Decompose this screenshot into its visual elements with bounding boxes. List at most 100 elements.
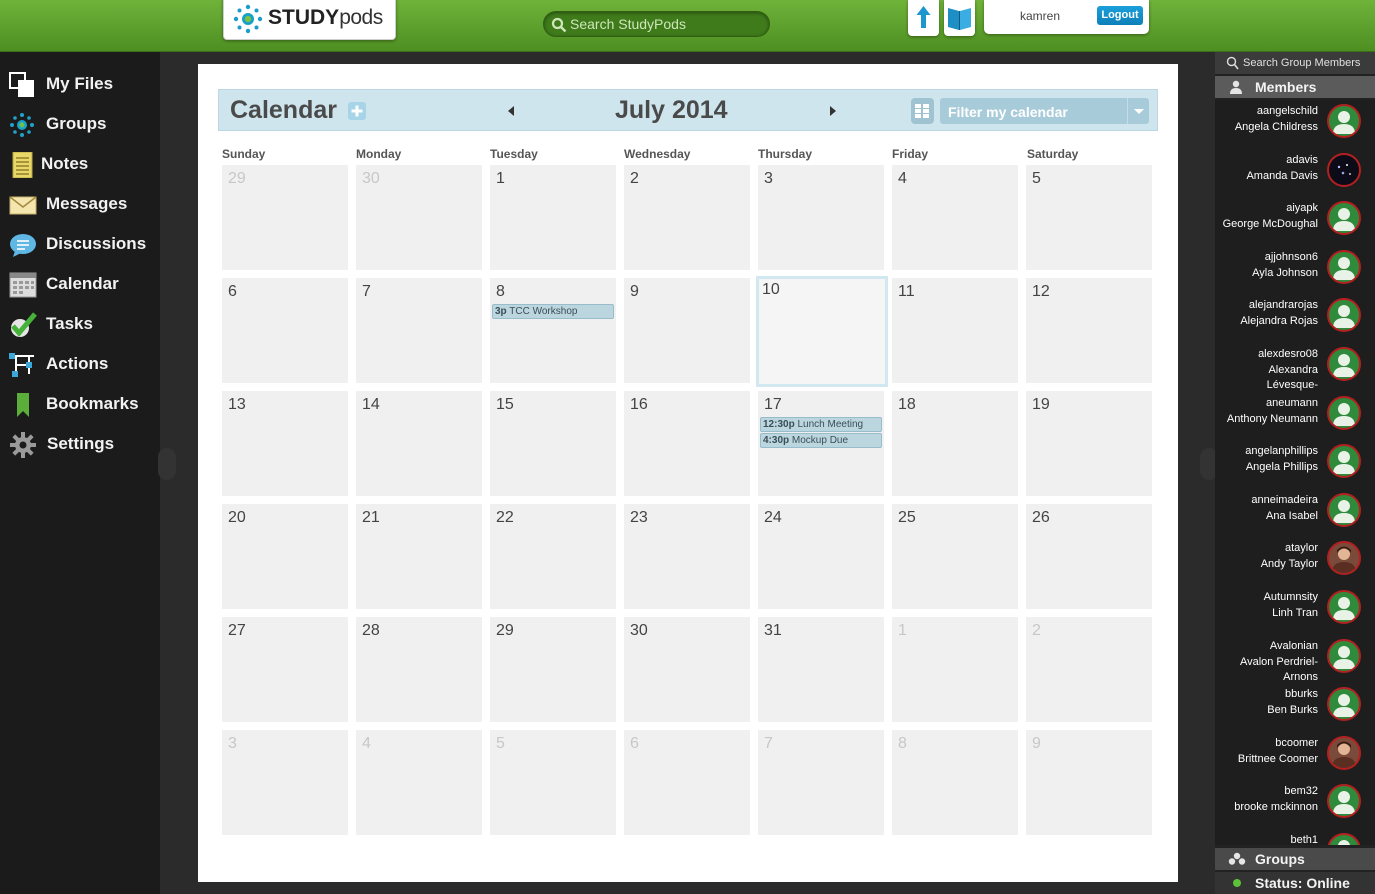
member-item[interactable]: aangelschild Angela Childress bbox=[1215, 100, 1375, 149]
day-cell[interactable]: 7 bbox=[758, 730, 884, 835]
day-cell[interactable]: 23 bbox=[624, 504, 750, 609]
search-input[interactable] bbox=[570, 15, 760, 33]
global-search[interactable] bbox=[543, 11, 770, 37]
member-item[interactable]: bcoomer Brittnee Coomer bbox=[1215, 732, 1375, 781]
calendar-event[interactable]: 4:30p Mockup Due bbox=[760, 433, 882, 448]
member-search-box[interactable]: Search Group Members bbox=[1215, 52, 1375, 74]
day-cell[interactable]: 26 bbox=[1026, 504, 1152, 609]
day-cell[interactable]: 22 bbox=[490, 504, 616, 609]
default-avatar-icon bbox=[1333, 402, 1355, 426]
nav-item-notes[interactable]: Notes bbox=[0, 142, 160, 182]
day-cell[interactable]: 3 bbox=[758, 165, 884, 270]
day-cell[interactable]: 8 bbox=[892, 730, 1018, 835]
member-item[interactable]: ataylor Andy Taylor bbox=[1215, 537, 1375, 586]
nav-item-groups[interactable]: Groups bbox=[0, 102, 160, 142]
day-cell[interactable]: 3 bbox=[222, 730, 348, 835]
day-cell[interactable]: 27 bbox=[222, 617, 348, 722]
day-cell[interactable]: 2 bbox=[624, 165, 750, 270]
upload-button[interactable] bbox=[908, 0, 939, 36]
nav-item-calendar[interactable]: Calendar bbox=[0, 262, 160, 302]
day-cell[interactable]: 30 bbox=[356, 165, 482, 270]
member-item[interactable]: bburks Ben Burks bbox=[1215, 683, 1375, 732]
day-cell[interactable]: 24 bbox=[758, 504, 884, 609]
left-panel-handle[interactable] bbox=[158, 448, 176, 480]
weekday-label: Saturday bbox=[1027, 147, 1079, 161]
nav-item-actions[interactable]: Actions bbox=[0, 342, 160, 382]
nav-item-tasks[interactable]: Tasks bbox=[0, 302, 160, 342]
logout-button[interactable]: Logout bbox=[1097, 6, 1143, 25]
studypods-logo[interactable]: STUDYpods bbox=[223, 0, 396, 40]
calendar-filter-select[interactable]: Filter my calendar bbox=[940, 98, 1149, 124]
member-item[interactable]: beth1 bbox=[1215, 829, 1375, 845]
day-cell[interactable]: 12 bbox=[1026, 278, 1152, 383]
day-cell[interactable]: 14 bbox=[356, 391, 482, 496]
day-cell[interactable]: 9 bbox=[624, 278, 750, 383]
day-cell-today[interactable]: 10 bbox=[756, 276, 888, 387]
library-button[interactable] bbox=[944, 0, 975, 36]
add-event-button[interactable] bbox=[348, 102, 366, 120]
day-cell[interactable]: 30 bbox=[624, 617, 750, 722]
day-cell[interactable]: 9 bbox=[1026, 730, 1152, 835]
avatar-photo-icon bbox=[1332, 546, 1356, 574]
member-item[interactable]: aneumann Anthony Neumann bbox=[1215, 392, 1375, 441]
nav-item-discussions[interactable]: Discussions bbox=[0, 222, 160, 262]
nav-item-settings[interactable]: Settings bbox=[0, 422, 160, 462]
member-username: bburks bbox=[1284, 688, 1318, 701]
nav-item-my-files[interactable]: My Files bbox=[0, 62, 160, 102]
member-item[interactable]: adavis Amanda Davis bbox=[1215, 149, 1375, 198]
nav-item-messages[interactable]: Messages bbox=[0, 182, 160, 222]
member-item[interactable]: Autumnsity Linh Tran bbox=[1215, 586, 1375, 635]
day-cell[interactable]: 8 3p TCC Workshop bbox=[490, 278, 616, 383]
member-item[interactable]: ajjohnson6 Ayla Johnson bbox=[1215, 246, 1375, 295]
nav-item-bookmarks[interactable]: Bookmarks bbox=[0, 382, 160, 422]
member-username: Autumnsity bbox=[1263, 591, 1318, 603]
filter-dropdown-caret[interactable] bbox=[1127, 98, 1149, 124]
groups-section-header[interactable]: Groups bbox=[1215, 848, 1375, 870]
members-section-header[interactable]: Members bbox=[1215, 76, 1375, 98]
day-cell[interactable]: 25 bbox=[892, 504, 1018, 609]
day-cell[interactable]: 11 bbox=[892, 278, 1018, 383]
member-item[interactable]: anneimadeira Ana Isabel bbox=[1215, 489, 1375, 538]
prev-month-button[interactable] bbox=[505, 104, 517, 118]
next-month-button[interactable] bbox=[827, 104, 839, 118]
calendar-event[interactable]: 3p TCC Workshop bbox=[492, 304, 614, 319]
day-number: 21 bbox=[362, 509, 380, 526]
day-cell[interactable]: 29 bbox=[222, 165, 348, 270]
day-cell[interactable]: 1 bbox=[892, 617, 1018, 722]
day-cell[interactable]: 13 bbox=[222, 391, 348, 496]
day-cell[interactable]: 1 bbox=[490, 165, 616, 270]
day-cell[interactable]: 20 bbox=[222, 504, 348, 609]
left-navigation: My Files Groups Notes Messages Discussio… bbox=[0, 52, 160, 894]
day-cell[interactable]: 4 bbox=[892, 165, 1018, 270]
member-item[interactable]: angelanphillips Angela Phillips bbox=[1215, 440, 1375, 489]
day-cell[interactable]: 21 bbox=[356, 504, 482, 609]
member-item[interactable]: bem32 brooke mckinnon bbox=[1215, 780, 1375, 829]
default-avatar-icon bbox=[1333, 694, 1355, 718]
member-item[interactable]: alejandrarojas Alejandra Rojas bbox=[1215, 294, 1375, 343]
day-cell[interactable]: 29 bbox=[490, 617, 616, 722]
day-cell[interactable]: 5 bbox=[490, 730, 616, 835]
day-cell[interactable]: 19 bbox=[1026, 391, 1152, 496]
day-cell[interactable]: 2 bbox=[1026, 617, 1152, 722]
view-toggle-button[interactable] bbox=[911, 98, 934, 124]
day-cell[interactable]: 28 bbox=[356, 617, 482, 722]
day-cell[interactable]: 7 bbox=[356, 278, 482, 383]
day-cell[interactable]: 31 bbox=[758, 617, 884, 722]
day-number: 30 bbox=[362, 170, 380, 187]
day-cell[interactable]: 5 bbox=[1026, 165, 1152, 270]
day-cell[interactable]: 4 bbox=[356, 730, 482, 835]
day-cell[interactable]: 18 bbox=[892, 391, 1018, 496]
status-bar[interactable]: Status: Online bbox=[1215, 872, 1375, 894]
day-cell[interactable]: 15 bbox=[490, 391, 616, 496]
day-number: 5 bbox=[496, 735, 505, 752]
calendar-event[interactable]: 12:30p Lunch Meeting bbox=[760, 417, 882, 432]
day-cell[interactable]: 6 bbox=[222, 278, 348, 383]
bookmark-icon bbox=[17, 393, 29, 417]
day-cell[interactable]: 16 bbox=[624, 391, 750, 496]
day-number: 25 bbox=[898, 509, 916, 526]
day-cell[interactable]: 6 bbox=[624, 730, 750, 835]
member-item[interactable]: aiyapk George McDoughal bbox=[1215, 197, 1375, 246]
member-item[interactable]: Avalonian Avalon Perdriel-Arnons bbox=[1215, 635, 1375, 684]
member-item[interactable]: alexdesro08 Alexandra Lévesque- bbox=[1215, 343, 1375, 392]
day-cell[interactable]: 17 12:30p Lunch Meeting 4:30p Mockup Due bbox=[758, 391, 884, 496]
